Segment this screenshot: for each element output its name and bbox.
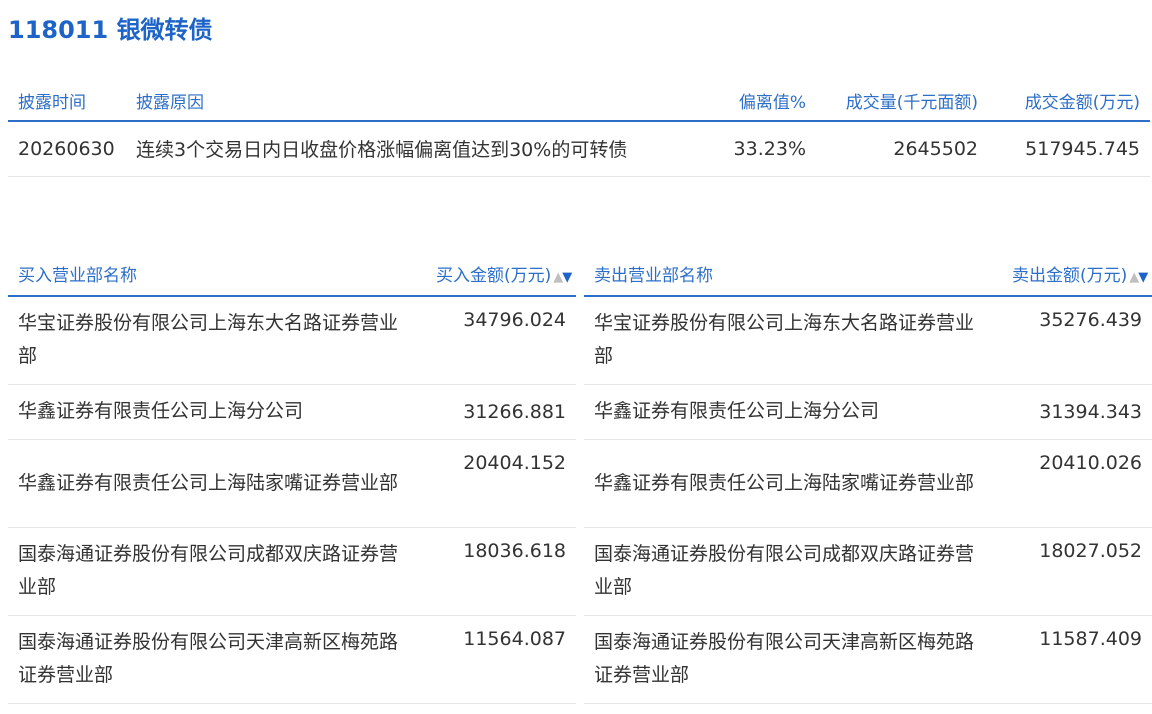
sell-table: 卖出营业部名称 卖出金额(万元) ▲▼ 华宝证券股份有限公司上海东大名路证券营业部… [584, 252, 1152, 704]
sell-branch-name: 华鑫证券有限责任公司上海分公司 [594, 400, 880, 422]
disclosure-table: 披露时间 披露原因 偏离值% 成交量(千元面额) 成交金额(万元) 202606… [8, 80, 1150, 177]
buy-branch-name: 华鑫证券有限责任公司上海陆家嘴证券营业部 [18, 471, 399, 494]
sort-up-icon: ▲ [553, 270, 563, 285]
cell-date: 20260630 [18, 137, 115, 160]
table-row: 华鑫证券有限责任公司上海分公司 31394.343 [584, 384, 1152, 439]
table-row: 国泰海通证券股份有限公司成都双庆路证券营业部 18027.052 [584, 527, 1152, 615]
buy-branch-name: 华鑫证券有限责任公司上海分公司 [18, 400, 304, 422]
header-date: 披露时间 [18, 92, 86, 113]
table-row: 华鑫证券有限责任公司上海陆家嘴证券营业部 20404.152 [8, 439, 576, 527]
header-amount: 成交金额(万元) [1024, 92, 1140, 113]
cell-deviation: 33.23% [733, 137, 806, 160]
buy-amount: 31266.881 [463, 400, 566, 423]
table-row: 20260630 连续3个交易日内日收盘价格涨幅偏离值达到30%的可转债 33.… [8, 121, 1150, 176]
table-row: 华宝证券股份有限公司上海东大名路证券营业部 34796.024 [8, 296, 576, 384]
sell-amount: 31394.343 [1039, 400, 1142, 423]
sort-up-icon: ▲ [1129, 270, 1139, 285]
header-volume: 成交量(千元面额) [845, 92, 978, 113]
sell-header-name: 卖出营业部名称 [594, 266, 713, 286]
buy-header-amount: 买入金额(万元) [436, 266, 552, 286]
buy-branch-name: 国泰海通证券股份有限公司成都双庆路证券营业部 [18, 543, 399, 598]
bond-code: 118011 [8, 16, 109, 44]
sort-down-icon: ▼ [562, 270, 572, 285]
buy-amount-sort-header[interactable]: 买入金额(万元) ▲▼ [426, 252, 576, 296]
page-title: 118011 银微转债 [8, 12, 213, 48]
cell-volume: 2645502 [893, 137, 978, 160]
sell-header-row: 卖出营业部名称 卖出金额(万元) ▲▼ [584, 252, 1152, 296]
table-row: 华鑫证券有限责任公司上海陆家嘴证券营业部 20410.026 [584, 439, 1152, 527]
buy-amount: 18036.618 [463, 539, 566, 562]
sell-amount-sort-header[interactable]: 卖出金额(万元) ▲▼ [1002, 252, 1152, 296]
cell-reason: 连续3个交易日内日收盘价格涨幅偏离值达到30%的可转债 [136, 139, 628, 162]
sell-branch-name: 国泰海通证券股份有限公司天津高新区梅苑路证券营业部 [594, 631, 975, 686]
buy-amount: 11564.087 [463, 627, 566, 650]
table-row: 国泰海通证券股份有限公司天津高新区梅苑路证券营业部 11564.087 [8, 615, 576, 703]
buy-amount: 20404.152 [463, 451, 566, 474]
sell-amount: 35276.439 [1039, 309, 1142, 331]
buy-branch-name: 华宝证券股份有限公司上海东大名路证券营业部 [18, 312, 399, 368]
cell-amount: 517945.745 [1025, 137, 1140, 160]
buy-table: 买入营业部名称 买入金额(万元) ▲▼ 华宝证券股份有限公司上海东大名路证券营业部… [8, 252, 576, 704]
sort-down-icon: ▼ [1138, 270, 1148, 285]
sell-amount: 18027.052 [1039, 539, 1142, 562]
buy-header-row: 买入营业部名称 买入金额(万元) ▲▼ [8, 252, 576, 296]
disclosure-header-row: 披露时间 披露原因 偏离值% 成交量(千元面额) 成交金额(万元) [8, 80, 1150, 121]
sell-header-amount: 卖出金额(万元) [1012, 266, 1128, 286]
sort-icon[interactable]: ▲▼ [553, 270, 572, 285]
buy-header-name: 买入营业部名称 [18, 266, 137, 286]
table-row: 国泰海通证券股份有限公司成都双庆路证券营业部 18036.618 [8, 527, 576, 615]
bond-name: 银微转债 [116, 16, 213, 44]
sell-amount: 20410.026 [1039, 451, 1142, 474]
buy-branch-name: 国泰海通证券股份有限公司天津高新区梅苑路证券营业部 [18, 631, 399, 686]
table-row: 华宝证券股份有限公司上海东大名路证券营业部 35276.439 [584, 296, 1152, 384]
header-reason: 披露原因 [136, 92, 204, 113]
buy-amount: 34796.024 [463, 309, 566, 331]
sell-branch-name: 华宝证券股份有限公司上海东大名路证券营业部 [594, 312, 975, 368]
table-row: 国泰海通证券股份有限公司天津高新区梅苑路证券营业部 11587.409 [584, 615, 1152, 703]
sort-icon[interactable]: ▲▼ [1129, 270, 1148, 285]
table-row: 华鑫证券有限责任公司上海分公司 31266.881 [8, 384, 576, 439]
sell-branch-name: 华鑫证券有限责任公司上海陆家嘴证券营业部 [594, 471, 975, 494]
sell-amount: 11587.409 [1039, 627, 1142, 650]
sell-branch-name: 国泰海通证券股份有限公司成都双庆路证券营业部 [594, 543, 975, 598]
header-deviation: 偏离值% [738, 92, 806, 113]
